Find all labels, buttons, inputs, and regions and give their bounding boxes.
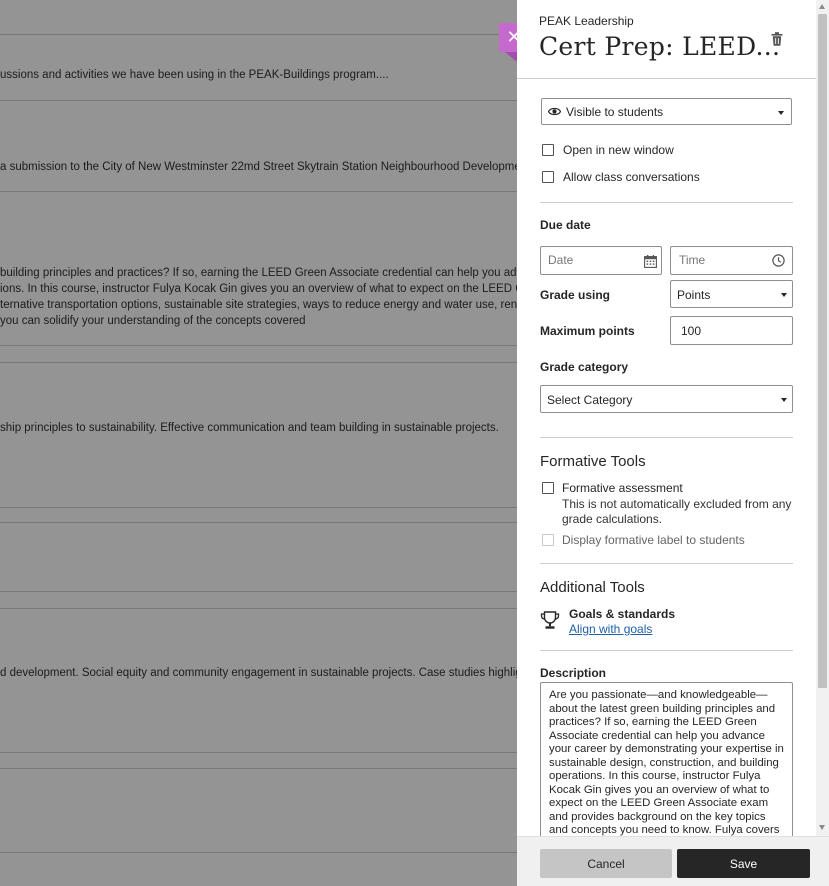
eye-icon — [548, 107, 561, 116]
due-time-input[interactable]: Time — [670, 246, 793, 275]
grade-using-select[interactable]: Points — [670, 280, 793, 308]
allow-conversations-checkbox[interactable] — [542, 171, 554, 183]
align-with-goals-link[interactable]: Align with goals — [569, 622, 652, 636]
course-name: PEAK Leadership — [539, 14, 634, 28]
clock-icon[interactable] — [772, 254, 785, 267]
allow-conversations-option[interactable]: Allow class conversations — [542, 170, 700, 184]
open-new-window-checkbox[interactable] — [542, 144, 554, 156]
grade-category-value: Select Category — [547, 393, 633, 407]
panel-scrollbar[interactable] — [816, 0, 829, 836]
open-new-window-label: Open in new window — [563, 143, 674, 157]
chevron-down-icon — [778, 111, 784, 115]
item-title[interactable]: Cert Prep: LEED... — [539, 32, 780, 61]
scroll-up-arrow-icon[interactable] — [819, 4, 825, 9]
formative-assessment-label: Formative assessment — [562, 481, 683, 495]
display-formative-label-option[interactable]: Display formative label to students — [542, 533, 745, 547]
visibility-select[interactable]: Visible to students — [541, 98, 792, 125]
calendar-icon[interactable] — [644, 255, 657, 268]
description-label: Description — [540, 666, 607, 680]
scroll-down-arrow-icon[interactable] — [819, 825, 825, 830]
divider — [540, 202, 793, 203]
allow-conversations-label: Allow class conversations — [563, 170, 700, 184]
item-settings-panel: PEAK Leadership Cert Prep: LEED... Visib… — [517, 0, 829, 886]
formative-note-line-2: grade calculations. — [562, 512, 663, 526]
grade-category-select[interactable]: Select Category — [540, 385, 793, 413]
visibility-value: Visible to students — [566, 105, 664, 119]
grade-category-label: Grade category — [540, 360, 629, 374]
time-placeholder: Time — [679, 253, 706, 267]
panel-header: PEAK Leadership Cert Prep: LEED... — [517, 0, 816, 79]
close-tab-tail — [505, 52, 517, 62]
divider — [540, 437, 793, 438]
display-formative-label-checkbox[interactable] — [542, 534, 554, 546]
save-button[interactable]: Save — [677, 849, 810, 878]
formative-note-line-1: This is not automatically excluded from … — [562, 496, 792, 511]
trash-icon[interactable] — [769, 31, 785, 47]
date-placeholder: Date — [548, 253, 574, 267]
scroll-thumb[interactable] — [818, 14, 827, 688]
grade-using-label: Grade using — [540, 288, 611, 302]
divider — [540, 563, 793, 564]
display-formative-label-text: Display formative label to students — [562, 533, 745, 547]
open-new-window-option[interactable]: Open in new window — [542, 143, 674, 157]
divider — [540, 650, 793, 651]
due-date-input[interactable]: Date — [540, 246, 662, 275]
goals-standards-title: Goals & standards — [569, 607, 676, 621]
formative-assessment-checkbox[interactable] — [542, 482, 554, 494]
due-date-label: Due date — [540, 218, 591, 232]
chevron-down-icon — [781, 398, 787, 402]
formative-tools-heading: Formative Tools — [540, 453, 646, 470]
chevron-down-icon — [781, 293, 787, 297]
max-points-input[interactable]: 100 — [670, 316, 793, 345]
description-textarea[interactable]: Are you passionate—and knowledgeable—abo… — [540, 682, 793, 842]
max-points-value: 100 — [681, 324, 702, 338]
formative-assessment-option[interactable]: Formative assessment This is not automat… — [542, 481, 791, 528]
grade-using-value: Points — [677, 288, 711, 302]
max-points-label: Maximum points — [540, 324, 635, 338]
panel-footer: Cancel Save — [517, 836, 829, 886]
trophy-icon — [540, 611, 560, 629]
cancel-button[interactable]: Cancel — [540, 849, 672, 878]
additional-tools-heading: Additional Tools — [540, 579, 645, 596]
